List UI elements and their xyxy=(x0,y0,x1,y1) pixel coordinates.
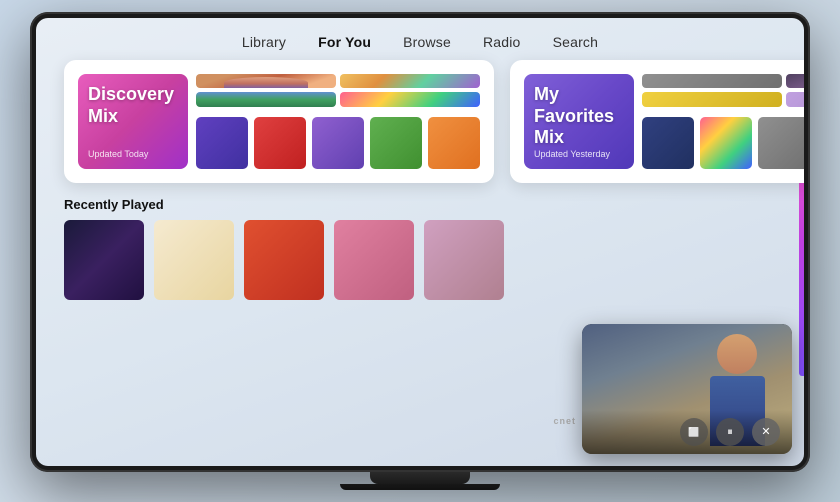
album-small-3 xyxy=(312,117,364,169)
album-thumb-3 xyxy=(196,92,336,106)
mix-section: Discovery Mix Updated Today xyxy=(64,60,776,183)
favorites-mix-subtitle: Updated Yesterday xyxy=(534,149,624,159)
nav-radio[interactable]: Radio xyxy=(483,34,521,50)
close-icon: ✕ xyxy=(761,427,770,438)
recent-album-1[interactable] xyxy=(64,220,144,300)
video-controls: ⬜ ⏸ ✕ xyxy=(582,410,792,454)
album-small-2 xyxy=(254,117,306,169)
recently-played-row xyxy=(64,220,776,300)
tv-base xyxy=(340,484,500,490)
recently-played-section: Recently Played xyxy=(64,197,776,300)
cnet-badge: cnet xyxy=(553,416,576,426)
favorites-mix-title: My Favorites Mix xyxy=(534,84,624,149)
recently-played-title: Recently Played xyxy=(64,197,776,212)
fav-thumb-2 xyxy=(786,74,804,88)
discovery-mix-title: Discovery Mix xyxy=(88,84,178,127)
airplay-button[interactable]: ⬜ xyxy=(680,418,708,446)
pause-button[interactable]: ⏸ xyxy=(716,418,744,446)
nav-search[interactable]: Search xyxy=(553,34,599,50)
recent-album-3[interactable] xyxy=(244,220,324,300)
fav-small-1 xyxy=(642,117,694,169)
airplay-icon: ⬜ xyxy=(688,428,699,437)
recent-album-2[interactable] xyxy=(154,220,234,300)
album-small-5 xyxy=(428,117,480,169)
fav-small-3 xyxy=(758,117,804,169)
fav-thumb-1 xyxy=(642,74,782,88)
video-content: ⬜ ⏸ ✕ xyxy=(582,324,792,454)
album-small-4 xyxy=(370,117,422,169)
main-content: Discovery Mix Updated Today xyxy=(36,60,804,300)
pause-icon: ⏸ xyxy=(727,427,733,438)
fav-thumb-4 xyxy=(786,92,804,106)
tv-screen: Library For You Browse Radio Search xyxy=(36,18,804,466)
discovery-album-row xyxy=(196,117,480,169)
close-button[interactable]: ✕ xyxy=(752,418,780,446)
nav-bar: Library For You Browse Radio Search xyxy=(36,18,804,60)
nav-library[interactable]: Library xyxy=(242,34,286,50)
discovery-bg: Discovery Mix Updated Today xyxy=(78,74,188,169)
favorites-mix-card[interactable]: My Favorites Mix Updated Yesterday xyxy=(510,60,804,183)
tv-frame: Library For You Browse Radio Search xyxy=(30,12,810,472)
discovery-mix-subtitle: Updated Today xyxy=(88,149,178,159)
fav-small-2 xyxy=(700,117,752,169)
album-thumb-1 xyxy=(196,74,336,88)
discovery-mix-card[interactable]: Discovery Mix Updated Today xyxy=(64,60,494,183)
album-thumb-2 xyxy=(340,74,480,88)
video-overlay[interactable]: ⬜ ⏸ ✕ xyxy=(582,324,792,454)
album-thumb-4 xyxy=(340,92,480,106)
nav-for-you[interactable]: For You xyxy=(318,34,371,50)
favorites-album-row xyxy=(642,117,804,169)
recent-album-4[interactable] xyxy=(334,220,414,300)
favorites-bg: My Favorites Mix Updated Yesterday xyxy=(524,74,634,169)
recent-album-5[interactable] xyxy=(424,220,504,300)
nav-browse[interactable]: Browse xyxy=(403,34,451,50)
album-small-1 xyxy=(196,117,248,169)
fav-thumb-3 xyxy=(642,92,782,106)
tv-stand xyxy=(370,472,470,484)
